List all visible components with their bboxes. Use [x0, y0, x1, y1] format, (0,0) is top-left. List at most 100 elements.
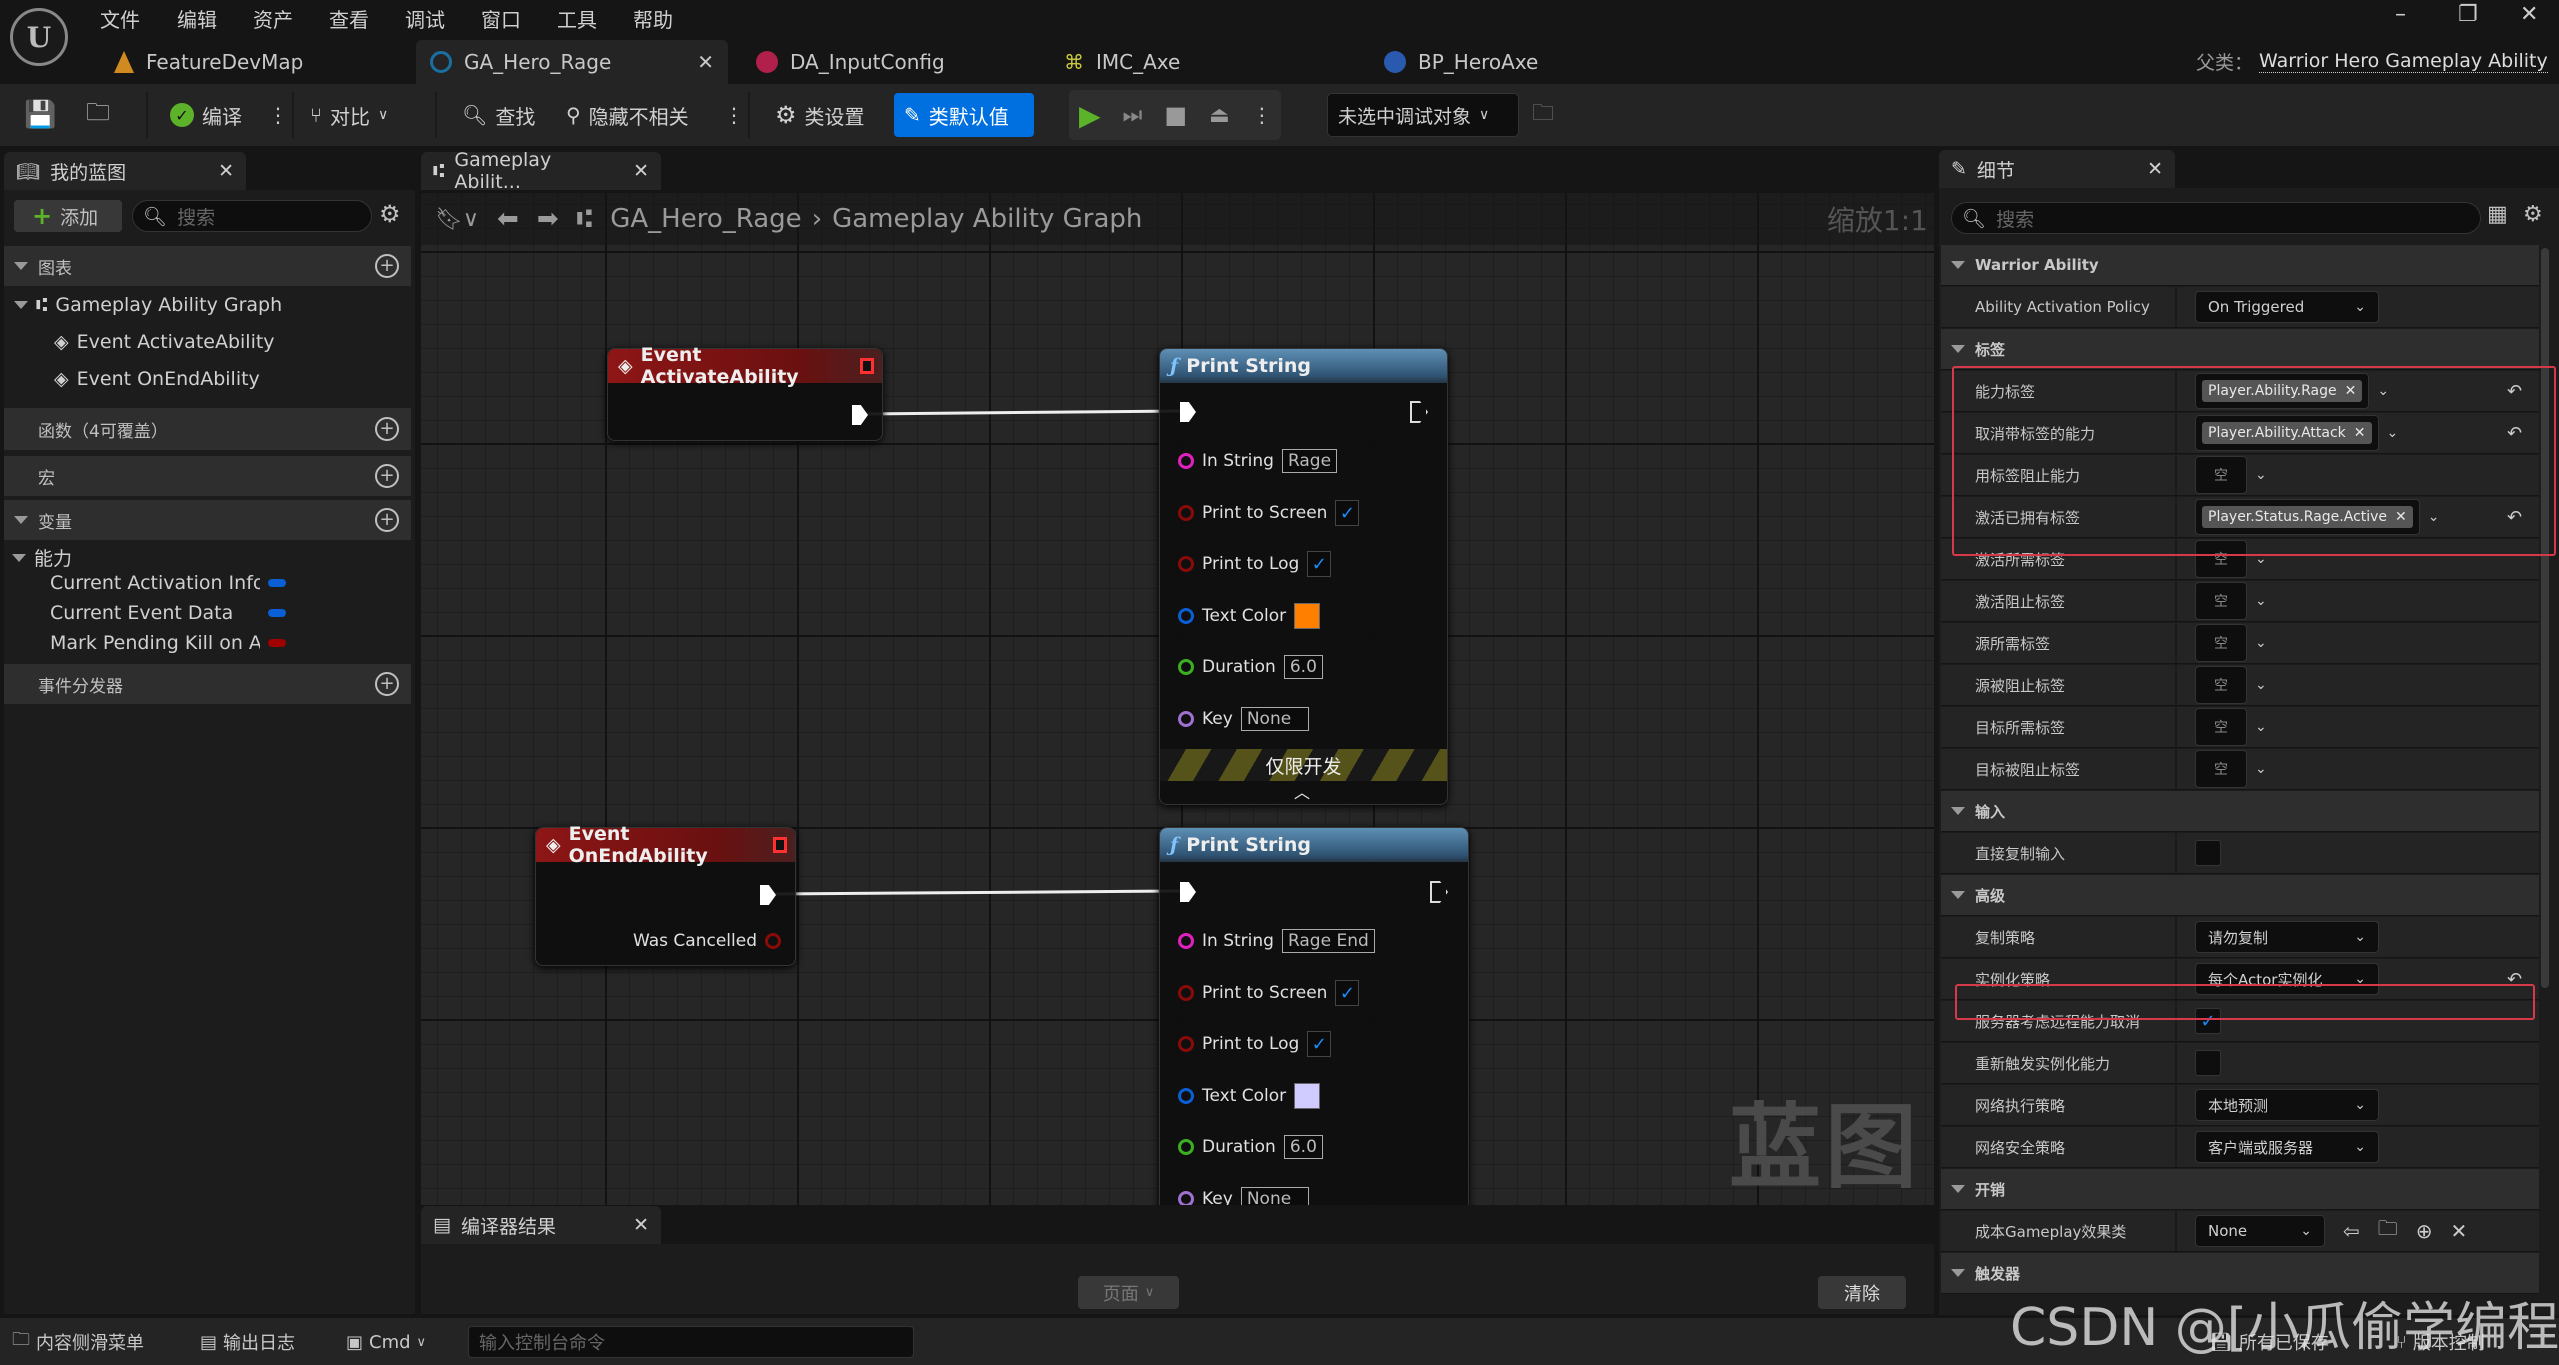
duration-pin[interactable]: Duration 6.0 [1178, 652, 1323, 682]
play-icon[interactable]: ▶ [1079, 99, 1101, 132]
close-tab-icon[interactable]: ✕ [633, 1214, 649, 1236]
variable-item[interactable]: Current Activation Info [50, 572, 290, 594]
compiler-results-tab[interactable]: ▤ 编译器结果 ✕ [421, 1206, 661, 1244]
compile-options-icon[interactable]: ⋮ [268, 96, 288, 134]
column-divider[interactable] [2175, 1211, 2177, 1251]
remove-tag-icon[interactable]: ✕ [2345, 383, 2357, 399]
exec-out-pin[interactable] [760, 885, 776, 905]
print-string-node[interactable]: ƒ Print String In String Rage End Print t… [1159, 827, 1469, 1205]
key-pin[interactable]: Key None [1178, 1184, 1309, 1205]
use-selected-icon[interactable]: ⇦ [2343, 1219, 2360, 1243]
property-checkbox[interactable]: ✓ [2195, 1008, 2221, 1034]
clear-button[interactable]: 清除 [1818, 1276, 1906, 1309]
details-category[interactable]: Warrior Ability [1941, 245, 2539, 286]
tag-container[interactable]: Player.Status.Rage.Active ✕ [2195, 499, 2420, 535]
find-button[interactable]: 🔍︎ 查找 [462, 96, 535, 134]
column-divider[interactable] [2175, 665, 2177, 705]
restore-icon[interactable]: ❐ [2458, 2, 2478, 27]
column-divider[interactable] [2175, 749, 2177, 789]
column-divider[interactable] [2175, 1043, 2177, 1083]
chevron-down-icon[interactable]: ⌄ [2255, 635, 2267, 651]
tag-container[interactable]: 空 [2195, 666, 2247, 704]
menu-edit[interactable]: 编辑 [177, 4, 217, 33]
details-scrollbar[interactable] [2541, 248, 2549, 988]
add-button[interactable]: + 添加 [14, 200, 122, 232]
property-dropdown[interactable]: 客户端或服务器 ⌄ [2195, 1131, 2379, 1163]
column-divider[interactable] [2175, 833, 2177, 873]
gameplay-tag-chip[interactable]: Player.Ability.Attack ✕ [2202, 422, 2372, 444]
close-panel-icon[interactable]: ✕ [218, 160, 234, 182]
variable-item[interactable]: Current Event Data [50, 602, 290, 624]
section-variables[interactable]: 变量 + [4, 500, 411, 540]
gameplay-tag-chip[interactable]: Player.Status.Rage.Active ✕ [2202, 506, 2413, 528]
property-checkbox[interactable] [2195, 1050, 2221, 1076]
parent-class-link[interactable]: Warrior Hero Gameplay Ability [2259, 50, 2548, 73]
class-defaults-button[interactable]: ✎ 类默认值 [894, 93, 1034, 137]
key-input[interactable]: None [1240, 707, 1309, 731]
print-to-log-pin[interactable]: Print to Log ✓ [1178, 1029, 1332, 1059]
hide-unrelated-button[interactable]: ⚲ 隐藏不相关 [566, 96, 689, 134]
cmd-dropdown[interactable]: ▣ Cmd ∨ [346, 1326, 426, 1358]
property-dropdown[interactable]: 本地预测 ⌄ [2195, 1089, 2379, 1121]
section-functions[interactable]: 函数（4可覆盖） + [4, 408, 411, 450]
event-onendability-node[interactable]: ◈ Event OnEndAbility Was Cancelled [535, 823, 796, 966]
remove-tag-icon[interactable]: ✕ [2395, 509, 2407, 525]
class-settings-button[interactable]: ⚙ 类设置 [775, 96, 865, 134]
tag-container[interactable]: Player.Ability.Rage ✕ [2195, 373, 2370, 409]
menu-debug[interactable]: 调试 [405, 4, 445, 33]
remove-tag-icon[interactable]: ✕ [2354, 425, 2366, 441]
in-string-input[interactable]: Rage End [1281, 929, 1375, 953]
gameplay-tag-chip[interactable]: Player.Ability.Rage ✕ [2202, 380, 2363, 402]
property-dropdown[interactable]: 请勿复制 ⌄ [2195, 921, 2379, 953]
chevron-down-icon[interactable]: ⌄ [2255, 761, 2267, 777]
details-search-input[interactable]: 🔍︎ 搜索 [1951, 202, 2481, 234]
close-tab-icon[interactable]: ✕ [633, 160, 649, 182]
browse-asset-icon[interactable]: 🗀 [2378, 1214, 2398, 1248]
graph-item[interactable]: ⑆ Gameplay Ability Graph [14, 294, 282, 316]
column-divider[interactable] [2175, 287, 2177, 327]
text-color-pin[interactable]: Text Color [1178, 1081, 1321, 1111]
table-view-icon[interactable]: ▦ [2487, 202, 2508, 227]
close-tab-icon[interactable]: ✕ [697, 50, 714, 74]
tag-container[interactable]: 空 [2195, 708, 2247, 746]
gear-icon[interactable]: ⚙ [2523, 202, 2543, 227]
column-divider[interactable] [2175, 1127, 2177, 1167]
breadcrumb-blueprint[interactable]: GA_Hero_Rage [610, 204, 801, 234]
event-item-activateability[interactable]: ◈ Event ActivateAbility [54, 331, 275, 353]
print-string-node[interactable]: ƒ Print String In String Rage Print to Sc… [1159, 348, 1448, 805]
chevron-down-icon[interactable]: ⌄ [2387, 425, 2399, 441]
print-to-log-checkbox[interactable]: ✓ [1307, 551, 1332, 577]
column-divider[interactable] [2175, 371, 2177, 411]
column-divider[interactable] [2175, 1001, 2177, 1041]
clear-icon[interactable]: ✕ [2451, 1219, 2468, 1243]
compile-button[interactable]: ✓ 编译 [170, 96, 242, 134]
add-variable-icon[interactable]: + [375, 508, 399, 532]
column-divider[interactable] [2175, 413, 2177, 453]
close-panel-icon[interactable]: ✕ [2147, 158, 2163, 180]
column-divider[interactable] [2175, 455, 2177, 495]
minimize-icon[interactable]: – [2395, 2, 2406, 27]
play-options-icon[interactable]: ⋮ [1252, 103, 1272, 127]
delegate-pin-icon[interactable] [773, 837, 787, 853]
graph-tab[interactable]: ⑆ Gameplay Abilit... ✕ [421, 149, 661, 193]
chevron-down-icon[interactable]: ⌄ [2255, 593, 2267, 609]
duration-pin[interactable]: Duration 6.0 [1178, 1132, 1323, 1162]
delegate-pin-icon[interactable] [860, 358, 874, 374]
debug-target-dropdown[interactable]: 未选中调试对象 ∨ [1327, 93, 1519, 137]
collapse-chevron-icon[interactable]: ︿ [1294, 779, 1310, 803]
more-options-icon[interactable]: ⋮ [724, 96, 744, 134]
browse-icon[interactable]: 🗀 [86, 96, 110, 134]
blueprint-graph-canvas[interactable]: 🔖︎∨ ⬅ ➡ ⑆ GA_Hero_Rage › Gameplay Abilit… [421, 193, 1934, 1205]
chevron-down-icon[interactable]: ⌄ [2255, 551, 2267, 567]
property-dropdown[interactable]: On Triggered ⌄ [2195, 291, 2379, 323]
my-blueprint-tab[interactable]: 📖︎ 我的蓝图 ✕ [4, 152, 246, 190]
section-macros[interactable]: 宏 + [4, 456, 411, 496]
column-divider[interactable] [2175, 959, 2177, 999]
exec-out-pin[interactable] [1430, 881, 1448, 903]
find-debug-object-icon[interactable]: 🗀 [1532, 96, 1554, 134]
property-checkbox[interactable] [2195, 840, 2221, 866]
exec-in-pin[interactable] [1180, 402, 1196, 422]
column-divider[interactable] [2175, 623, 2177, 663]
bookmark-icon[interactable]: 🔖︎∨ [435, 207, 479, 232]
chevron-down-icon[interactable]: ⌄ [2255, 719, 2267, 735]
